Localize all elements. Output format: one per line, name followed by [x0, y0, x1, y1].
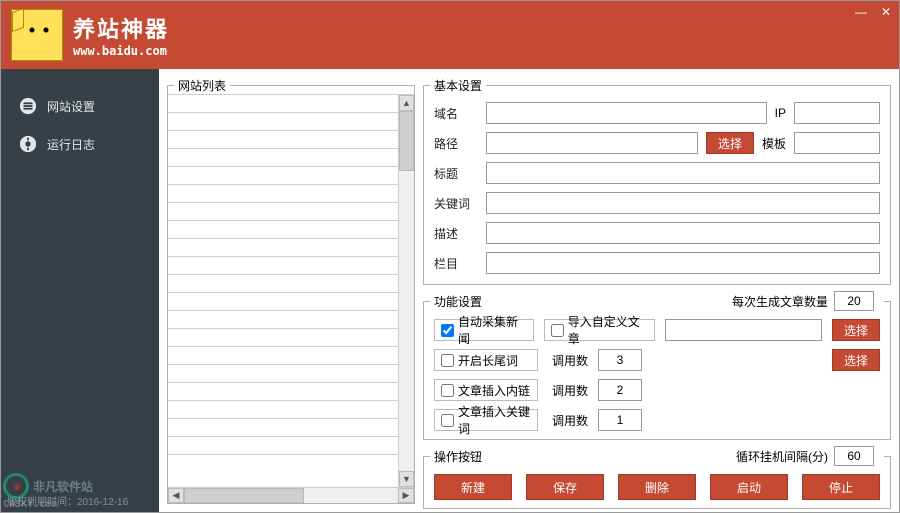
sidebar: 网站设置 运行日志 版权到期时间：2016-12-16 — [1, 69, 159, 512]
column-input[interactable] — [486, 252, 880, 274]
list-item[interactable] — [168, 347, 414, 365]
label-desc: 描述 — [434, 225, 478, 242]
list-item[interactable] — [168, 203, 414, 221]
label-keywords: 关键词 — [434, 195, 478, 212]
call-innerlink-input[interactable] — [598, 379, 642, 401]
list-item[interactable] — [168, 149, 414, 167]
list-item[interactable] — [168, 401, 414, 419]
app-logo-icon — [11, 9, 63, 61]
operation-panel: 操作按钮 循环挂机间隔(分) 新建 保存 删除 启动 停止 — [423, 446, 891, 509]
basic-settings-panel: 基本设置 域名 IP 路径 选择 模板 — [423, 77, 891, 285]
scroll-thumb[interactable] — [184, 488, 304, 503]
list-item[interactable] — [168, 293, 414, 311]
list-item[interactable] — [168, 383, 414, 401]
app-title: 养站神器 — [73, 12, 169, 44]
list-item[interactable] — [168, 185, 414, 203]
delete-button[interactable]: 删除 — [618, 474, 696, 500]
label-title: 标题 — [434, 165, 478, 182]
save-button[interactable]: 保存 — [526, 474, 604, 500]
list-item[interactable] — [168, 437, 414, 455]
select-custom-button[interactable]: 选择 — [832, 319, 880, 341]
list-item[interactable] — [168, 131, 414, 149]
import-custom-checkbox[interactable]: 导入自定义文章 — [544, 319, 655, 341]
insert-keyword-checkbox[interactable]: 文章插入关键词 — [434, 409, 538, 431]
scroll-right-icon[interactable]: ▶ — [398, 488, 414, 503]
operation-title: 操作按钮 — [434, 448, 482, 465]
title-input[interactable] — [486, 162, 880, 184]
list-item[interactable] — [168, 275, 414, 293]
site-list-panel: 网站列表 — [167, 77, 415, 504]
import-custom-check-icon[interactable] — [551, 324, 564, 337]
scroll-left-icon[interactable]: ◀ — [168, 488, 184, 503]
scroll-up-icon[interactable]: ▲ — [399, 95, 414, 111]
auto-collect-checkbox[interactable]: 自动采集新闻 — [434, 319, 534, 341]
list-item[interactable] — [168, 365, 414, 383]
label-column: 栏目 — [434, 255, 478, 272]
list-item[interactable] — [168, 221, 414, 239]
list-item[interactable] — [168, 113, 414, 131]
site-list-title: 网站列表 — [174, 77, 230, 94]
minimize-icon[interactable]: — — [855, 5, 867, 19]
label-loop-interval: 循环挂机间隔(分) — [736, 448, 828, 465]
list-item[interactable] — [168, 95, 414, 113]
sidebar-item-site-settings[interactable]: 网站设置 — [1, 87, 159, 125]
horizontal-scrollbar[interactable]: ◀ ▶ — [168, 487, 414, 503]
basic-settings-title: 基本设置 — [430, 77, 486, 94]
gen-count-input[interactable] — [834, 291, 874, 311]
domain-input[interactable] — [486, 102, 767, 124]
list-item[interactable] — [168, 329, 414, 347]
log-icon — [19, 135, 37, 153]
list-item[interactable] — [168, 419, 414, 437]
innerlink-checkbox[interactable]: 文章插入内链 — [434, 379, 538, 401]
vertical-scrollbar[interactable]: ▲ ▼ — [398, 95, 414, 487]
close-icon[interactable]: ✕ — [881, 5, 891, 19]
site-list[interactable]: ▲ ▼ — [168, 95, 414, 487]
label-path: 路径 — [434, 135, 478, 152]
longtail-checkbox[interactable]: 开启长尾词 — [434, 349, 538, 371]
label-domain: 域名 — [434, 105, 478, 122]
call-keyword-input[interactable] — [598, 409, 642, 431]
function-settings-panel: 功能设置 每次生成文章数量 自动采集新闻 — [423, 291, 891, 440]
stop-button[interactable]: 停止 — [802, 474, 880, 500]
list-item[interactable] — [168, 257, 414, 275]
new-button[interactable]: 新建 — [434, 474, 512, 500]
call-longtail-input[interactable] — [598, 349, 642, 371]
sidebar-item-run-log[interactable]: 运行日志 — [1, 125, 159, 163]
label-template: 模板 — [762, 135, 786, 152]
ip-input[interactable] — [794, 102, 880, 124]
list-item[interactable] — [168, 167, 414, 185]
label-ip: IP — [775, 106, 786, 120]
scroll-down-icon[interactable]: ▼ — [399, 471, 414, 487]
start-button[interactable]: 启动 — [710, 474, 788, 500]
label-call-keyword: 调用数 — [552, 412, 588, 429]
label-gen-count: 每次生成文章数量 — [732, 293, 828, 310]
label-call-innerlink: 调用数 — [552, 382, 588, 399]
longtail-check-icon[interactable] — [441, 354, 454, 367]
select-path-button[interactable]: 选择 — [706, 132, 754, 154]
app-url: www.baidu.com — [73, 44, 169, 58]
sidebar-item-label: 网站设置 — [47, 98, 95, 115]
template-input[interactable] — [794, 132, 880, 154]
path-input[interactable] — [486, 132, 698, 154]
scroll-thumb[interactable] — [399, 111, 414, 171]
desc-input[interactable] — [486, 222, 880, 244]
loop-interval-input[interactable] — [834, 446, 874, 466]
select-longtail-button[interactable]: 选择 — [832, 349, 880, 371]
list-item[interactable] — [168, 311, 414, 329]
insert-keyword-check-icon[interactable] — [441, 414, 454, 427]
custom-article-path-input[interactable] — [665, 319, 822, 341]
list-item[interactable] — [168, 239, 414, 257]
titlebar: 养站神器 www.baidu.com — ✕ — [1, 1, 899, 69]
innerlink-check-icon[interactable] — [441, 384, 454, 397]
window-controls: — ✕ — [855, 5, 891, 19]
sidebar-footer: 版权到期时间：2016-12-16 — [1, 489, 159, 512]
function-settings-title: 功能设置 — [434, 293, 482, 310]
auto-collect-check-icon[interactable] — [441, 324, 454, 337]
settings-list-icon — [19, 97, 37, 115]
sidebar-item-label: 运行日志 — [47, 136, 95, 153]
keywords-input[interactable] — [486, 192, 880, 214]
label-call-longtail: 调用数 — [552, 352, 588, 369]
